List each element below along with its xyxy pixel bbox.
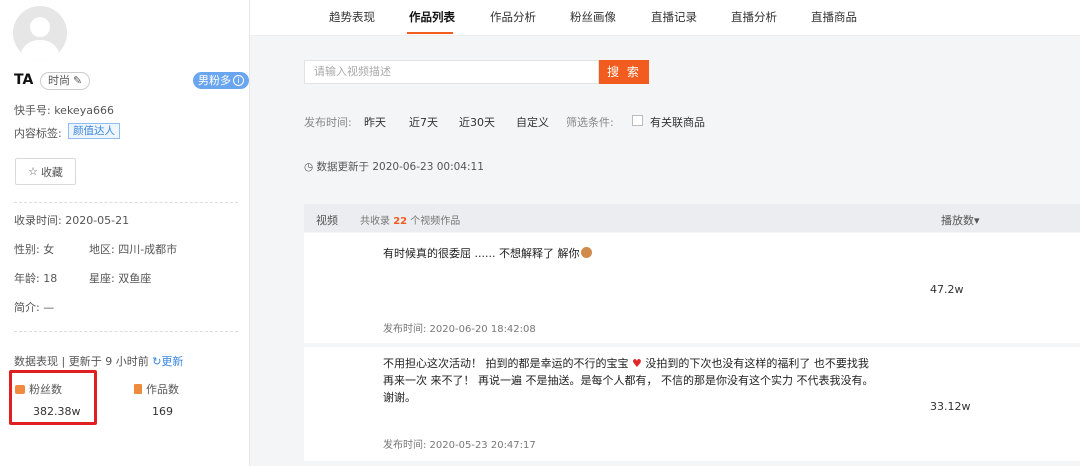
girl-emoji-icon (581, 247, 593, 258)
content-tag[interactable]: 颜值达人 (68, 123, 120, 139)
updated-ago: 更新于 9 小时前 (68, 355, 149, 368)
favorite-button[interactable]: ☆ 收藏 (15, 158, 76, 185)
col-video: 视频 (316, 214, 338, 227)
edit-icon[interactable]: ✎ (73, 73, 82, 89)
gender-field: 性别: 女 (14, 243, 55, 256)
video-desc-line1: 不用担心这次活动！ 拍到的都是幸运的不行的宝宝 ♥ 没拍到的下次也没有这样的福利… (383, 356, 869, 372)
tab-works-list[interactable]: 作品列表 (409, 9, 455, 25)
works-icon (134, 384, 142, 394)
heart-icon: ♥ (632, 357, 642, 370)
publish-time-label: 发布时间: (304, 116, 352, 129)
count-suffix: 个视频作品 (410, 216, 461, 227)
works-label: 作品数 (146, 383, 179, 396)
table-header: 视频 共收录 22 个视频作品 播放数▾ (304, 204, 1080, 232)
tab-live-goods[interactable]: 直播商品 (811, 9, 857, 25)
fans-value: 382.38w (33, 405, 81, 418)
refresh-link[interactable]: 更新 (161, 355, 183, 368)
count-prefix: 共收录 (360, 216, 390, 227)
data-status: 数据表现 | 更新于 9 小时前 ↻更新 (14, 355, 184, 368)
age-field: 年龄: 18 (14, 272, 58, 285)
data-perf-label: 数据表现 (14, 355, 58, 368)
tab-trend[interactable]: 趋势表现 (329, 9, 375, 25)
divider (14, 331, 238, 332)
update-time-text: 数据更新于 2020-06-23 00:04:11 (316, 161, 484, 173)
table-row[interactable]: 不用担心这次活动！ 拍到的都是幸运的不行的宝宝 ♥ 没拍到的下次也没有这样的福利… (304, 347, 1080, 461)
search-button[interactable]: 搜 索 (599, 60, 649, 84)
account-id: 快手号: kekeya666 (14, 104, 114, 117)
info-icon[interactable]: i (233, 75, 244, 86)
profile-name: TA (14, 72, 34, 88)
collected-time: 收录时间: 2020-05-21 (14, 214, 130, 227)
filter-30days[interactable]: 近30天 (459, 114, 495, 130)
tab-live-records[interactable]: 直播记录 (651, 9, 697, 25)
filter-custom[interactable]: 自定义 (516, 114, 549, 130)
fans-label: 粉丝数 (29, 383, 62, 396)
search-input[interactable]: 请输入视频描述 (304, 60, 599, 84)
play-count: 47.2w (930, 283, 964, 296)
update-time: ◷ 数据更新于 2020-06-23 00:04:11 (304, 159, 484, 174)
play-count: 33.12w (930, 400, 971, 413)
gender-badge-label: 男粉多 (198, 74, 231, 87)
video-desc-text: 有时候真的很委屈 ...... 不想解释了 解你 (383, 247, 580, 260)
count-number: 22 (393, 216, 408, 227)
publish-date: 发布时间: 2020-05-23 20:47:17 (383, 440, 536, 451)
publish-date: 发布时间: 2020-06-20 18:42:08 (383, 324, 536, 335)
style-tag-label: 时尚 (48, 74, 70, 87)
fans-icon (15, 385, 25, 394)
region-field: 地区: 四川-成都市 (89, 243, 178, 256)
favorite-label: 收藏 (40, 165, 63, 179)
fans-label-row: 粉丝数 (15, 381, 62, 397)
video-desc-line3: 谢谢。 (383, 391, 416, 404)
goods-checkbox[interactable] (632, 115, 643, 126)
content-tag-label: 内容标签: (14, 127, 62, 140)
zodiac-field: 星座: 双鱼座 (89, 272, 152, 285)
filter-yesterday[interactable]: 昨天 (364, 114, 386, 130)
active-tab-indicator (407, 32, 453, 34)
profile-sidebar: TA 时尚 ✎ 男粉多 i 快手号: kekeya666 内容标签: 颜值达人 ☆ 收… (0, 0, 250, 466)
avatar[interactable] (13, 6, 67, 60)
video-desc-line2: 再来一次 来不了！ 再说一遍 不是抽送。是每个人都有， 不信的那是你没有这个实力… (383, 374, 874, 387)
style-tag[interactable]: 时尚 ✎ (40, 72, 91, 90)
filter-condition-label: 筛选条件: (566, 116, 614, 129)
video-desc-part: 不用担心这次活动！ 拍到的都是幸运的不行的宝宝 (383, 357, 629, 370)
tab-live-analysis[interactable]: 直播分析 (731, 9, 777, 25)
main-panel: 趋势表现 作品列表 作品分析 粉丝画像 直播记录 直播分析 直播商品 请输入视频… (250, 0, 1080, 466)
video-desc: 有时候真的很委屈 ...... 不想解释了 解你 (383, 246, 593, 262)
table-row[interactable]: 有时候真的很委屈 ...... 不想解释了 解你 47.2w 发布时间: 202… (304, 233, 1080, 343)
col-plays-sort[interactable]: 播放数▾ (941, 212, 980, 228)
divider (14, 202, 238, 203)
works-label-row: 作品数 (134, 381, 179, 397)
filter-7days[interactable]: 近7天 (409, 114, 438, 130)
star-icon: ☆ (28, 165, 38, 178)
video-count: 共收录 22 个视频作品 (360, 212, 460, 227)
gender-badge: 男粉多 i (193, 72, 249, 89)
tab-works-analysis[interactable]: 作品分析 (490, 9, 536, 25)
works-value: 169 (152, 405, 173, 418)
clock-icon: ◷ (304, 161, 314, 173)
goods-checkbox-label[interactable]: 有关联商品 (650, 114, 705, 130)
video-desc-part: 没拍到的下次也没有这样的福利了 也不要找我 (645, 357, 869, 370)
tab-fans-profile[interactable]: 粉丝画像 (570, 9, 616, 25)
intro-field: 简介: — (14, 301, 55, 314)
tab-bar: 趋势表现 作品列表 作品分析 粉丝画像 直播记录 直播分析 直播商品 (250, 0, 1080, 36)
